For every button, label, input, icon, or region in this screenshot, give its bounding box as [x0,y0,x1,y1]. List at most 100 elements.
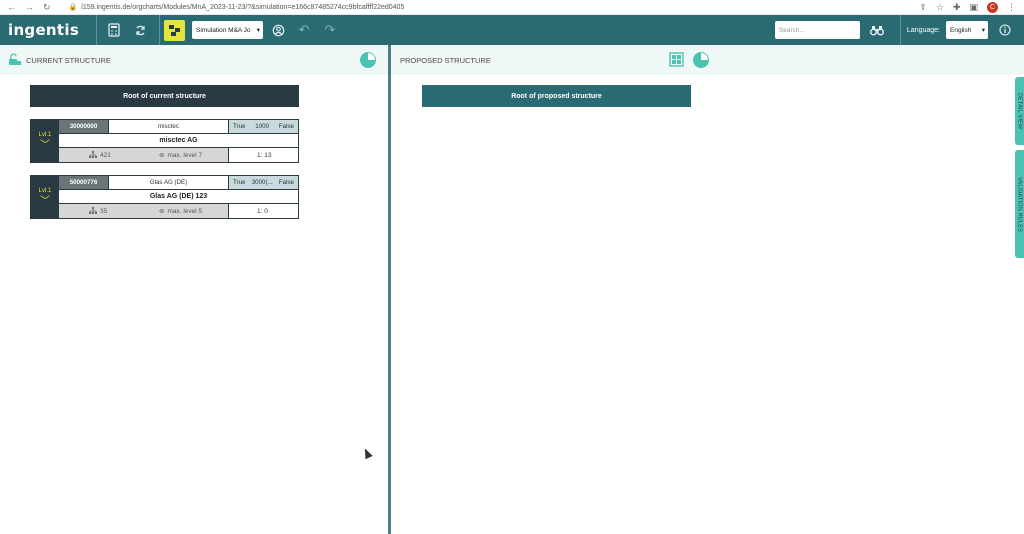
browser-actions: ⇪ ☆ ✚ ▣ C ⋮ [919,1,1024,13]
browser-nav: ← → ↻ [0,2,51,13]
detail-view-tab[interactable]: DETAIL VIEW [1015,77,1024,145]
binoculars-icon[interactable] [866,19,888,41]
share-icon[interactable]: ⇪ [919,2,927,13]
org-node-card[interactable]: Lvl.1 ﹀ 50000776 Glas AG (DE) True 3000(… [30,175,299,219]
language-select[interactable]: English ▾ [946,21,988,39]
extensions-icon[interactable]: ✚ [953,2,961,13]
redo-icon[interactable]: ↷ [319,19,341,41]
node-count: 421 [59,150,134,160]
chevron-down-icon[interactable]: ﹀ [40,141,50,151]
search-input[interactable]: Search... [774,21,860,39]
node-flags: True 1000 False [228,120,298,133]
node-name: misctec AG [59,134,298,148]
node-stats-row: 35 ⊜ max. level 5 1: 0 [59,204,298,218]
node-level-column: Lvl.1 ﹀ [31,176,59,218]
ingentis-logo: ingentis [0,15,97,45]
node-short-name: misctec [108,120,228,133]
node-row-header: 30000000 misctec True 1000 False [59,120,298,134]
node-body: 50000776 Glas AG (DE) True 3000(... Fals… [59,176,298,218]
layout-grid-icon[interactable] [669,51,684,69]
current-structure-header: CURRENT STRUCTURE [0,45,388,75]
proposed-structure-header: PROPOSED STRUCTURE [391,45,1024,75]
star-icon[interactable]: ☆ [936,2,944,13]
node-stats: 421 ⊜ max. level 7 [59,148,228,162]
node-max-level-value: max. level 7 [167,151,203,159]
proposed-root-label: Root of proposed structure [511,92,602,100]
current-root-node[interactable]: Root of current structure [30,85,299,107]
current-structure-panel: CURRENT STRUCTURE Root of current struct… [0,45,388,534]
header-right: Search... Language: English ▾ [774,15,1024,45]
node-flag-true: True [233,123,246,130]
pie-chart-icon[interactable] [360,52,376,68]
node-name: Glas AG (DE) 123 [59,190,298,204]
node-level-label: Lvl.1 [38,188,52,194]
back-arrow-icon[interactable]: ← [7,2,16,13]
chevron-down-icon[interactable]: ﹀ [40,197,50,207]
node-level-label: Lvl.1 [38,132,52,138]
language-select-value: English [950,26,972,34]
sidepanel-icon[interactable]: ▣ [969,2,978,13]
forward-arrow-icon[interactable]: → [25,2,34,13]
profile-avatar[interactable]: C [987,1,998,13]
node-flag-value: 3000(... [251,179,273,186]
proposed-header-tools [669,51,709,69]
current-root-label: Root of current structure [123,92,206,100]
simulation-mode-button[interactable] [164,19,185,41]
node-short-name: Glas AG (DE) [108,176,228,189]
node-ratio: 1: 0 [228,204,298,218]
chevron-down-icon: ▾ [256,27,260,34]
layers-icon: ⊜ [159,208,165,215]
reload-icon[interactable]: ↻ [43,2,51,13]
org-structure-icon [169,24,180,36]
browser-toolbar: ← → ↻ 🔒 l159.ingentis.de/orgcharts/Modul… [0,0,1024,15]
pie-chart-icon[interactable] [692,52,709,68]
node-stats-row: 421 ⊜ max. level 7 1: 13 [59,148,298,162]
node-max-level-value: max. level 5 [167,207,203,215]
node-count: 35 [59,206,134,216]
node-body: 30000000 misctec True 1000 False misctec… [59,120,298,162]
user-circle-icon[interactable] [267,19,289,41]
node-count-value: 35 [100,207,108,215]
hierarchy-icon [89,206,97,216]
info-icon[interactable] [994,19,1016,41]
node-flags: True 3000(... False [228,176,298,189]
proposed-structure-title: PROPOSED STRUCTURE [400,55,491,65]
calculator-icon[interactable] [103,19,125,41]
toolbar-simulation: Simulation M&A Jo ▾ ↶ ↷ [160,15,341,45]
node-flag-false: False [278,123,294,130]
node-level-column: Lvl.1 ﹀ [31,120,59,162]
hierarchy-icon [89,150,97,160]
node-id: 30000000 [59,120,108,133]
validation-rules-tab[interactable]: VALIDATION RULES [1015,150,1024,258]
proposed-root-node[interactable]: Root of proposed structure [422,85,691,107]
lock-icon: 🔒 [68,4,78,11]
node-flag-true: True [233,179,246,186]
node-flag-false: False [278,179,294,186]
node-ratio: 1: 13 [228,148,298,162]
detail-view-label: DETAIL VIEW [1016,92,1023,130]
node-flag-value: 1000 [255,123,270,130]
chevron-down-icon: ▾ [981,27,985,34]
menu-kebab-icon[interactable]: ⋮ [1007,2,1016,13]
proposed-structure-panel: PROPOSED STRUCTURE Root of proposed stru… [391,45,1024,534]
node-row-header: 50000776 Glas AG (DE) True 3000(... Fals… [59,176,298,190]
node-max-level: ⊜ max. level 5 [134,207,203,216]
validation-rules-label: VALIDATION RULES [1016,176,1023,232]
node-id: 50000776 [59,176,108,189]
undo-icon[interactable]: ↶ [293,19,315,41]
node-stats: 35 ⊜ max. level 5 [59,204,228,218]
layers-icon: ⊜ [159,152,165,159]
address-bar[interactable]: 🔒 l159.ingentis.de/orgcharts/Modules/MnA… [68,3,405,12]
current-structure-title: CURRENT STRUCTURE [26,55,111,65]
simulation-select[interactable]: Simulation M&A Jo ▾ [192,21,263,39]
org-node-card[interactable]: Lvl.1 ﹀ 30000000 misctec True 1000 False… [30,119,299,163]
toolbar-left [97,15,160,45]
mouse-cursor-icon [361,446,373,460]
simulation-select-value: Simulation M&A Jo [196,26,251,34]
url-text: l159.ingentis.de/orgcharts/Modules/MnA_2… [81,3,405,11]
lock-open-icon[interactable] [8,52,22,68]
sync-icon[interactable] [129,19,151,41]
language-label: Language: [899,15,940,45]
app-header: ingentis Simulation M&A Jo ▾ ↶ ↷ Search.… [0,15,1024,45]
node-max-level: ⊜ max. level 7 [134,151,203,160]
